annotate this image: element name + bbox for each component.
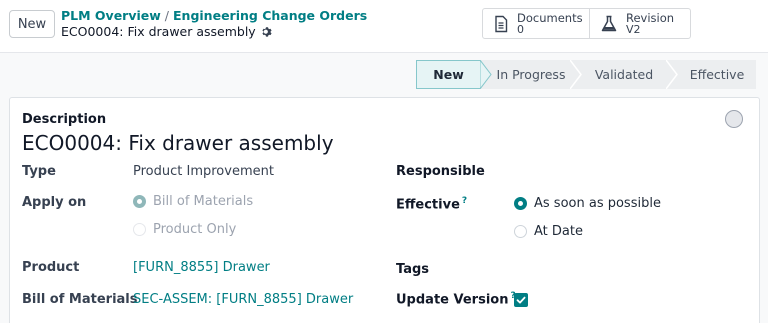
documents-label: Documents (517, 10, 583, 25)
revision-smart-button[interactable]: Revision V2 (589, 9, 690, 38)
apply-on-label: Apply on (22, 195, 87, 210)
documents-count: 0 (517, 22, 524, 36)
radio-unselected-icon (514, 225, 527, 238)
apply-on-bom-radio[interactable]: Bill of Materials (133, 194, 253, 209)
apply-on-product-radio[interactable]: Product Only (133, 222, 236, 237)
stage-effective[interactable]: Effective (678, 60, 756, 89)
stage-validated[interactable]: Validated (582, 60, 666, 89)
documents-smart-button[interactable]: Documents 0 (483, 9, 589, 38)
effective-date-label: At Date (534, 224, 583, 239)
effective-asap-radio[interactable]: As soon as possible (514, 196, 661, 211)
revision-label: Revision (626, 10, 675, 25)
gear-icon[interactable] (261, 26, 273, 38)
tags-label: Tags (396, 262, 430, 277)
product-link[interactable]: [FURN_8855] Drawer (133, 260, 270, 275)
effective-asap-label: As soon as possible (534, 196, 661, 211)
record-title: ECO0004: Fix drawer assembly (61, 24, 273, 39)
type-label: Type (22, 164, 56, 179)
stage-arrow (480, 60, 492, 89)
description-field[interactable]: ECO0004: Fix drawer assembly (22, 131, 334, 155)
apply-on-bom-label: Bill of Materials (153, 194, 254, 209)
stage-new[interactable]: New (416, 60, 480, 89)
stage-statusbar: New In Progress Validated Effective (416, 60, 756, 89)
stage-in-progress-label: In Progress (496, 67, 566, 82)
responsible-label: Responsible (396, 164, 485, 179)
description-label: Description (22, 112, 107, 127)
stage-effective-label: Effective (689, 67, 745, 82)
radio-selected-icon (514, 197, 527, 210)
stage-in-progress[interactable]: In Progress (492, 60, 570, 89)
update-version-label: Update Version? (396, 291, 516, 307)
checkmark-icon (516, 296, 526, 304)
type-field[interactable]: Product Improvement (133, 164, 274, 179)
effective-date-radio[interactable]: At Date (514, 224, 583, 239)
breadcrumb: PLM Overview / Engineering Change Orders (61, 8, 367, 23)
smart-buttons: Documents 0 Revision V2 (482, 8, 691, 39)
bom-label: Bill of Materials (22, 292, 138, 307)
stage-arrow (570, 60, 582, 89)
record-title-text: ECO0004: Fix drawer assembly (61, 24, 256, 39)
effective-label: Effective? (396, 196, 467, 212)
radio-unselected-icon (133, 223, 146, 236)
product-label: Product (22, 260, 80, 275)
help-icon[interactable]: ? (462, 196, 467, 206)
revision-value: V2 (626, 22, 641, 36)
breadcrumb-plm-overview[interactable]: PLM Overview (61, 8, 161, 23)
priority-toggle[interactable] (725, 110, 743, 128)
apply-on-product-label: Product Only (153, 222, 237, 237)
flask-icon (601, 15, 617, 31)
form-sheet: Description ECO0004: Fix drawer assembly… (9, 97, 760, 323)
radio-selected-icon (133, 195, 146, 208)
stage-validated-label: Validated (594, 67, 654, 82)
document-icon (495, 15, 508, 32)
update-version-checkbox[interactable] (514, 293, 528, 307)
breadcrumb-separator: / (164, 8, 170, 23)
update-version-label-text: Update Version (396, 292, 509, 308)
stage-arrow (666, 60, 678, 89)
stage-new-label: New (433, 67, 464, 82)
new-button[interactable]: New (9, 10, 55, 38)
breadcrumb-engineering-change-orders[interactable]: Engineering Change Orders (173, 8, 367, 23)
effective-label-text: Effective (396, 197, 460, 213)
bom-link[interactable]: SEC-ASSEM: [FURN_8855] Drawer (133, 292, 353, 307)
control-panel: New PLM Overview / Engineering Change Orde… (0, 0, 768, 53)
